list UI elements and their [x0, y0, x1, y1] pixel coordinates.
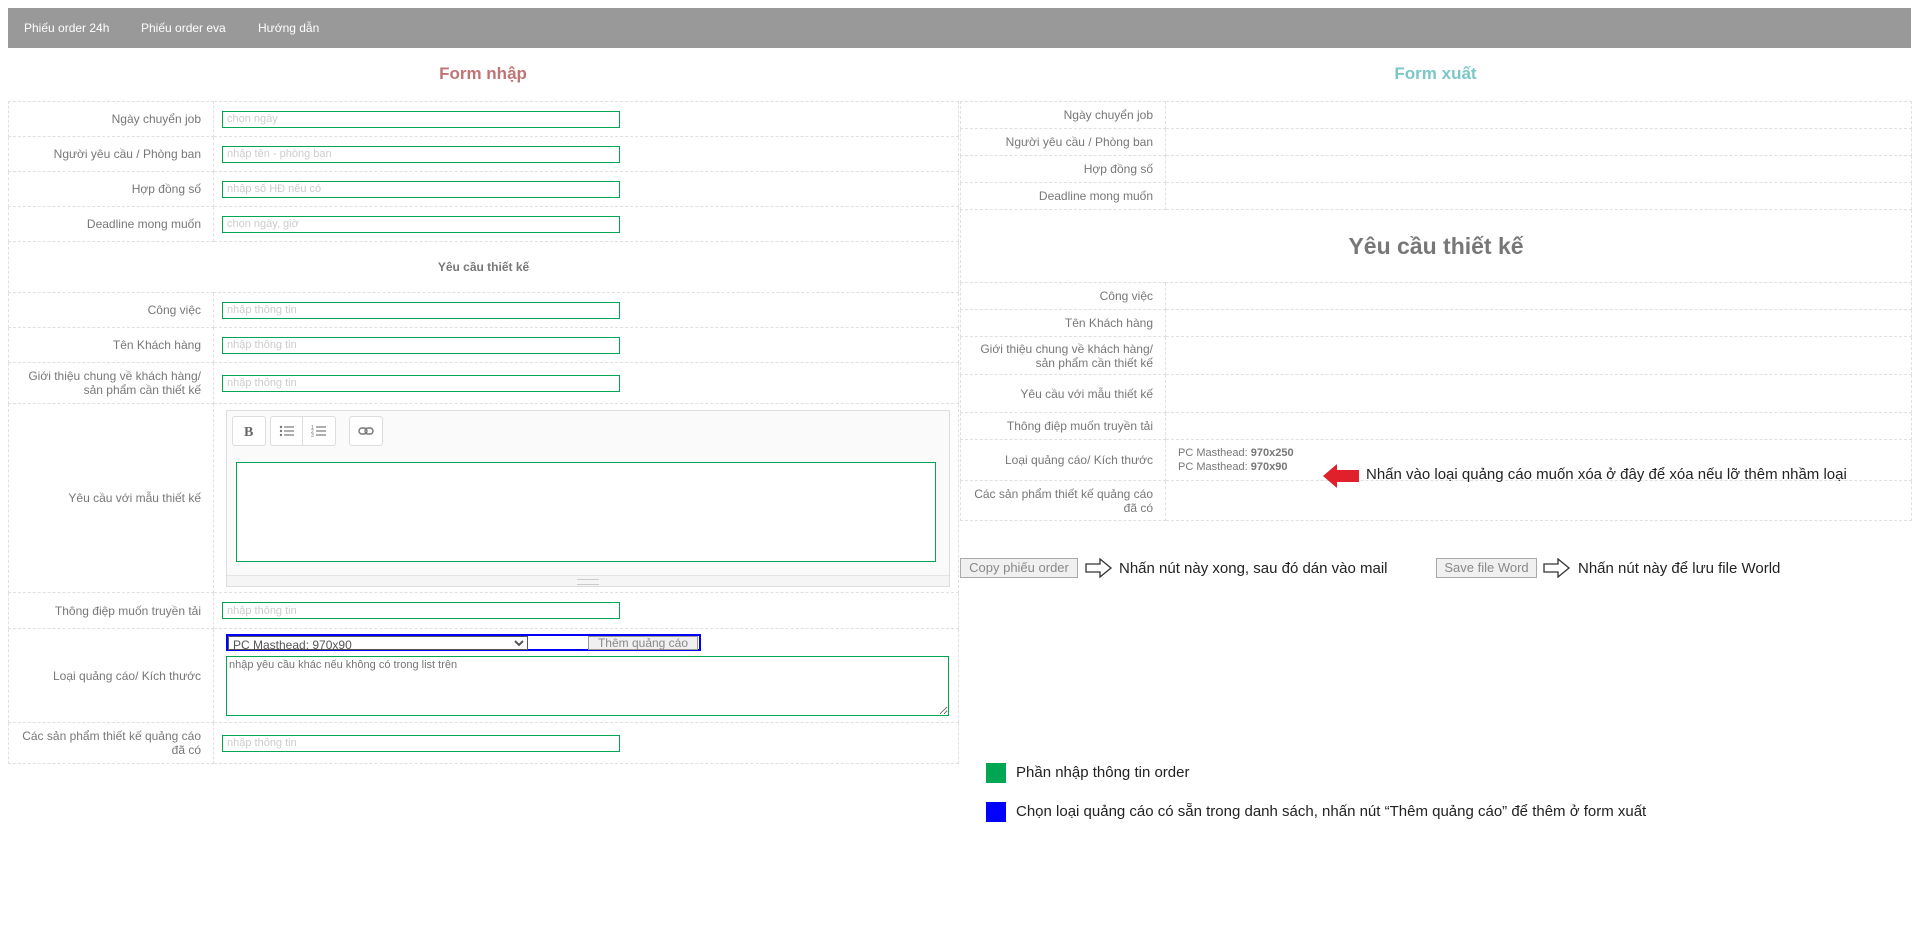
row-label: Hợp đồng số: [8, 171, 214, 207]
bold-icon: B: [244, 425, 253, 438]
out-row-label: Thông điệp muốn truyền tải: [960, 412, 1166, 440]
form-row: Các sản phẩm thiết kế quảng cáo đã có: [8, 722, 959, 764]
arrow-right-outline-icon: [1543, 558, 1571, 578]
out-row-label: Yêu cầu với mẫu thiết kế: [960, 374, 1166, 413]
date-input[interactable]: [222, 110, 620, 128]
out-row-label: Loại quảng cáo/ Kích thước: [960, 439, 1166, 481]
out-value: [1165, 101, 1912, 129]
out-value: [1165, 412, 1912, 440]
form-row: Người yêu cầu / Phòng ban: [8, 136, 959, 172]
out-row-label: Người yêu cầu / Phòng ban: [960, 128, 1166, 156]
link-button[interactable]: [349, 415, 383, 446]
row-label: Người yêu cầu / Phòng ban: [8, 136, 214, 172]
out-value: [1165, 309, 1912, 337]
row-label: Thông điệp muốn truyền tải: [8, 592, 214, 629]
bullet-list-button[interactable]: [270, 415, 303, 446]
row-label: Ngày chuyển job: [8, 101, 214, 137]
arrow-right-outline-icon: [1085, 558, 1113, 578]
out-value: [1165, 374, 1912, 413]
row-label: Giới thiệu chung về khách hàng/ sản phẩm…: [8, 362, 214, 404]
design-request-editor-area[interactable]: [236, 461, 936, 562]
out-value: [1165, 128, 1912, 156]
out-ad-item[interactable]: PC Masthead: 970x250: [1178, 446, 1911, 460]
form-row: Hợp đồng số: [8, 171, 959, 207]
nav-phieu-order-24h[interactable]: Phiếu order 24h: [24, 8, 109, 48]
row-label: Deadline mong muốn: [8, 206, 214, 242]
select-spacer: [528, 637, 589, 649]
out-value: [1165, 155, 1912, 183]
other-ad-textarea[interactable]: [226, 656, 949, 716]
out-value: [1165, 336, 1912, 375]
legend-swatch-blue: [986, 802, 1006, 822]
job-input[interactable]: [222, 301, 620, 319]
link-icon: [358, 426, 374, 435]
save-word-button[interactable]: Save file Word: [1436, 558, 1537, 578]
form-in-title: Form nhập: [439, 64, 527, 83]
out-row-label: Các sản phẩm thiết kế quảng cáo đã có: [960, 480, 1166, 521]
legend-text-green: Phần nhập thông tin order: [1016, 764, 1190, 781]
out-value: [1165, 480, 1912, 521]
form-row: Ngày chuyển job: [8, 101, 959, 137]
out-row-label: Deadline mong muốn: [960, 182, 1166, 210]
out-section-heading: Yêu cầu thiết kế: [960, 209, 1912, 283]
row-label: Tên Khách hàng: [8, 327, 214, 363]
numbered-list-icon: 123: [311, 425, 326, 438]
numbered-list-button[interactable]: 123: [302, 415, 336, 446]
rich-text-editor: B 123: [226, 409, 950, 587]
form-row: Thông điệp muốn truyền tải: [8, 592, 959, 629]
row-label: Yêu cầu với mẫu thiết kế: [8, 403, 214, 593]
form-row: Deadline mong muốn: [8, 206, 959, 242]
form-out-table: Ngày chuyển job Người yêu cầu / Phòng ba…: [960, 101, 1912, 521]
row-label: Công việc: [8, 292, 214, 328]
customer-intro-input[interactable]: [222, 374, 620, 392]
form-row: Tên Khách hàng: [8, 327, 959, 363]
out-row-label: Ngày chuyển job: [960, 101, 1166, 129]
customer-name-input[interactable]: [222, 336, 620, 354]
bullet-list-icon: [279, 425, 294, 436]
red-arrow-icon: [1323, 464, 1359, 488]
row-label: Loại quảng cáo/ Kích thước: [8, 628, 214, 723]
save-hint-note: Nhấn nút này để lưu file World: [1578, 560, 1781, 577]
resize-handle[interactable]: [227, 574, 949, 586]
nav-huong-dan[interactable]: Hướng dẫn: [258, 8, 319, 48]
form-row: Giới thiệu chung về khách hàng/ sản phẩm…: [8, 362, 959, 404]
delete-hint-note: Nhấn vào loại quảng cáo muốn xóa ở đây đ…: [1366, 466, 1847, 483]
existing-products-input[interactable]: [222, 734, 620, 752]
out-value: [1165, 282, 1912, 310]
out-row-label: Công việc: [960, 282, 1166, 310]
section-heading: Yêu cầu thiết kế: [8, 241, 959, 293]
svg-text:3: 3: [311, 433, 314, 438]
svg-text:B: B: [244, 425, 253, 438]
copy-hint-note: Nhấn nút này xong, sau đó dán vào mail: [1119, 560, 1388, 577]
out-row-label: Giới thiệu chung về khách hàng/ sản phẩm…: [960, 336, 1166, 375]
deadline-input[interactable]: [222, 215, 620, 233]
out-value: [1165, 182, 1912, 210]
legend-swatch-green: [986, 763, 1006, 783]
form-in-table: Ngày chuyển job Người yêu cầu / Phòng ba…: [8, 101, 959, 764]
nav-phieu-order-eva[interactable]: Phiếu order eva: [141, 8, 226, 48]
form-row: Yêu cầu với mẫu thiết kế B 123: [8, 403, 959, 593]
requester-input[interactable]: [222, 145, 620, 163]
out-row-label: Hợp đồng số: [960, 155, 1166, 183]
message-input[interactable]: [222, 602, 620, 619]
form-out-title: Form xuất: [1394, 64, 1477, 83]
row-label: Các sản phẩm thiết kế quảng cáo đã có: [8, 722, 214, 764]
copy-order-button[interactable]: Copy phiếu order: [960, 558, 1078, 578]
ad-type-select[interactable]: PC Masthead: 970x90: [228, 636, 528, 650]
out-row-label: Tên Khách hàng: [960, 309, 1166, 337]
form-row: Loại quảng cáo/ Kích thước PC Masthead: …: [8, 628, 959, 723]
form-row: Công việc: [8, 292, 959, 328]
contract-input[interactable]: [222, 180, 620, 198]
bold-button[interactable]: B: [232, 415, 266, 446]
add-ad-button[interactable]: Thêm quảng cáo: [588, 636, 698, 650]
legend-text-blue: Chọn loại quảng cáo có sẵn trong danh sá…: [1016, 803, 1647, 820]
top-nav: Phiếu order 24h Phiếu order eva Hướng dẫ…: [8, 8, 1911, 48]
